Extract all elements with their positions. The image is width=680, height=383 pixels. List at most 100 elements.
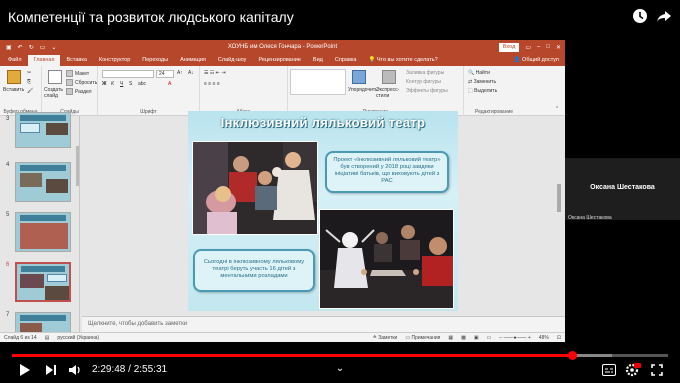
- find-button[interactable]: 🔍 Найти: [468, 70, 490, 76]
- share-icon[interactable]: [654, 6, 674, 26]
- close-icon[interactable]: ✕: [556, 44, 561, 51]
- format-painter-icon[interactable]: 🖌: [27, 88, 33, 94]
- zoom-slider[interactable]: – ——●—— +: [499, 335, 531, 341]
- redo-icon[interactable]: ↻: [29, 44, 34, 51]
- slide-thumbnail-selected[interactable]: [15, 262, 71, 302]
- quick-styles-icon[interactable]: [382, 70, 396, 84]
- language-indicator[interactable]: русский (Украина): [57, 335, 99, 341]
- normal-view-icon[interactable]: ▦: [448, 335, 453, 341]
- new-slide-icon[interactable]: [48, 70, 62, 84]
- quick-styles-button[interactable]: Экспресс-стили: [376, 87, 400, 99]
- slide-thumbnail[interactable]: [15, 212, 71, 252]
- font-color-icon[interactable]: A: [168, 81, 171, 87]
- select-button[interactable]: ⬚ Выделить: [468, 88, 497, 94]
- quick-access-dropdown-icon[interactable]: ⌄: [51, 44, 56, 51]
- notes-label: Заметки: [378, 334, 398, 341]
- volume-icon[interactable]: [66, 362, 84, 378]
- comments-button[interactable]: ▭ Примечания: [405, 335, 440, 341]
- paste-button[interactable]: Вставить: [3, 87, 24, 93]
- cut-icon[interactable]: ✂: [27, 70, 31, 76]
- tab-transitions[interactable]: Переходы: [136, 55, 174, 66]
- tab-home[interactable]: Главная: [27, 55, 61, 66]
- paste-icon[interactable]: [7, 70, 21, 84]
- slide-canvas[interactable]: Інклюзивний ляльковий театр Проект «Інкл…: [188, 111, 458, 311]
- chapter-chevron-icon[interactable]: ⌄: [331, 360, 349, 376]
- reading-view-icon[interactable]: ▣: [474, 335, 479, 341]
- progress-bar[interactable]: [12, 351, 668, 360]
- start-slideshow-icon[interactable]: ▭: [40, 44, 46, 51]
- replace-label: Заменить: [473, 79, 497, 85]
- person-icon: 👤: [513, 57, 521, 63]
- strikethrough-icon[interactable]: abc: [138, 81, 146, 87]
- tab-file[interactable]: Файл: [2, 55, 28, 66]
- slideshow-view-icon[interactable]: ▭: [487, 335, 492, 341]
- shrink-font-icon[interactable]: A↓: [188, 70, 194, 76]
- shadow-icon[interactable]: S: [129, 81, 132, 87]
- notes-pane[interactable]: Щелкните, чтобы добавить заметки: [82, 316, 565, 332]
- editor-scrollbar[interactable]: [557, 184, 561, 212]
- tab-view[interactable]: Вид: [307, 55, 329, 66]
- save-icon[interactable]: ▣: [6, 44, 12, 51]
- spellcheck-icon[interactable]: ▤: [45, 335, 50, 341]
- grow-font-icon[interactable]: A↑: [177, 70, 183, 76]
- participant-video-tile[interactable]: Оксана Шестакова: [565, 158, 680, 220]
- align-icons[interactable]: ≡ ≡ ≡ ≡: [204, 81, 220, 87]
- font-size-field[interactable]: 24: [156, 70, 174, 78]
- italic-icon[interactable]: К: [111, 81, 114, 87]
- notes-button[interactable]: ≙ Заметки: [373, 335, 398, 341]
- slide-thumbnails-pane[interactable]: 3 4 5 6 7: [0, 112, 80, 334]
- layout-button[interactable]: Макет: [66, 70, 89, 77]
- next-button[interactable]: [42, 362, 60, 378]
- tab-insert[interactable]: Вставка: [60, 55, 92, 66]
- layout-icon: [66, 70, 73, 77]
- thumbnail-scrollbar[interactable]: [76, 146, 79, 186]
- fullscreen-icon[interactable]: [648, 362, 666, 378]
- font-family-field[interactable]: [102, 70, 154, 78]
- settings-hd-icon[interactable]: [624, 362, 642, 378]
- sorter-view-icon[interactable]: ▩: [461, 335, 466, 341]
- replace-button[interactable]: ⇄ Заменить: [468, 79, 496, 85]
- section-button[interactable]: Раздел: [66, 88, 92, 95]
- tab-design[interactable]: Конструктор: [93, 55, 136, 66]
- shape-outline-button[interactable]: Контур фигуры: [406, 79, 441, 85]
- tab-animations[interactable]: Анимация: [174, 55, 212, 66]
- tell-me-search[interactable]: 💡 Что вы хотите сделать?: [362, 55, 443, 66]
- minimize-icon[interactable]: –: [537, 44, 540, 50]
- collapse-ribbon-icon[interactable]: ⌃: [555, 106, 559, 112]
- play-button[interactable]: [16, 362, 34, 378]
- arrange-button[interactable]: Упорядочить: [348, 87, 378, 93]
- copy-icon[interactable]: ⎘: [27, 79, 31, 85]
- tab-review[interactable]: Рецензирование: [252, 55, 306, 66]
- share-button[interactable]: 👤 Общий доступ: [514, 55, 565, 66]
- shape-effects-button[interactable]: Эффекты фигуры: [406, 88, 448, 94]
- replace-icon: ⇄: [468, 79, 473, 85]
- maximize-icon[interactable]: □: [546, 44, 550, 50]
- signin-button[interactable]: Вход: [498, 42, 520, 52]
- scrubber-handle[interactable]: [568, 351, 577, 360]
- new-slide-button[interactable]: Создать слайд: [44, 87, 66, 99]
- watch-later-icon[interactable]: [630, 6, 650, 26]
- comment-icon: ▭: [405, 334, 411, 341]
- arrange-icon[interactable]: [352, 70, 366, 84]
- ribbon-home: Вставить ✂ ⎘ 🖌 Буфер обмена Создать слай…: [0, 66, 565, 116]
- shapes-gallery[interactable]: [290, 69, 346, 95]
- zoom-level[interactable]: 48%: [539, 335, 549, 341]
- slide-thumbnail[interactable]: [15, 162, 71, 202]
- fit-slide-icon[interactable]: ⊡: [557, 335, 565, 341]
- undo-icon[interactable]: ↶: [18, 44, 23, 51]
- tab-help[interactable]: Справка: [329, 55, 363, 66]
- ribbon-display-icon[interactable]: ▭: [525, 44, 531, 51]
- photo-children-puppets: [192, 141, 318, 235]
- slide-thumbnail[interactable]: [15, 112, 71, 148]
- tab-slideshow[interactable]: Слайд-шоу: [212, 55, 253, 66]
- ribbon-tabs: Файл Главная Вставка Конструктор Переход…: [0, 54, 565, 66]
- underline-icon[interactable]: Ч: [120, 81, 123, 87]
- reset-button[interactable]: Сбросить: [66, 79, 97, 86]
- select-icon: ⬚: [468, 88, 473, 94]
- shape-fill-button[interactable]: Заливка фигуры: [406, 70, 444, 76]
- video-title[interactable]: Компетенції та розвиток людського капіта…: [8, 8, 294, 26]
- bullets-icon[interactable]: ☰ ☷ ⇤ ⇥: [204, 70, 226, 76]
- bold-icon[interactable]: Ж: [102, 81, 107, 87]
- subtitles-icon[interactable]: [600, 362, 618, 378]
- slide-thumbnail[interactable]: [15, 312, 71, 334]
